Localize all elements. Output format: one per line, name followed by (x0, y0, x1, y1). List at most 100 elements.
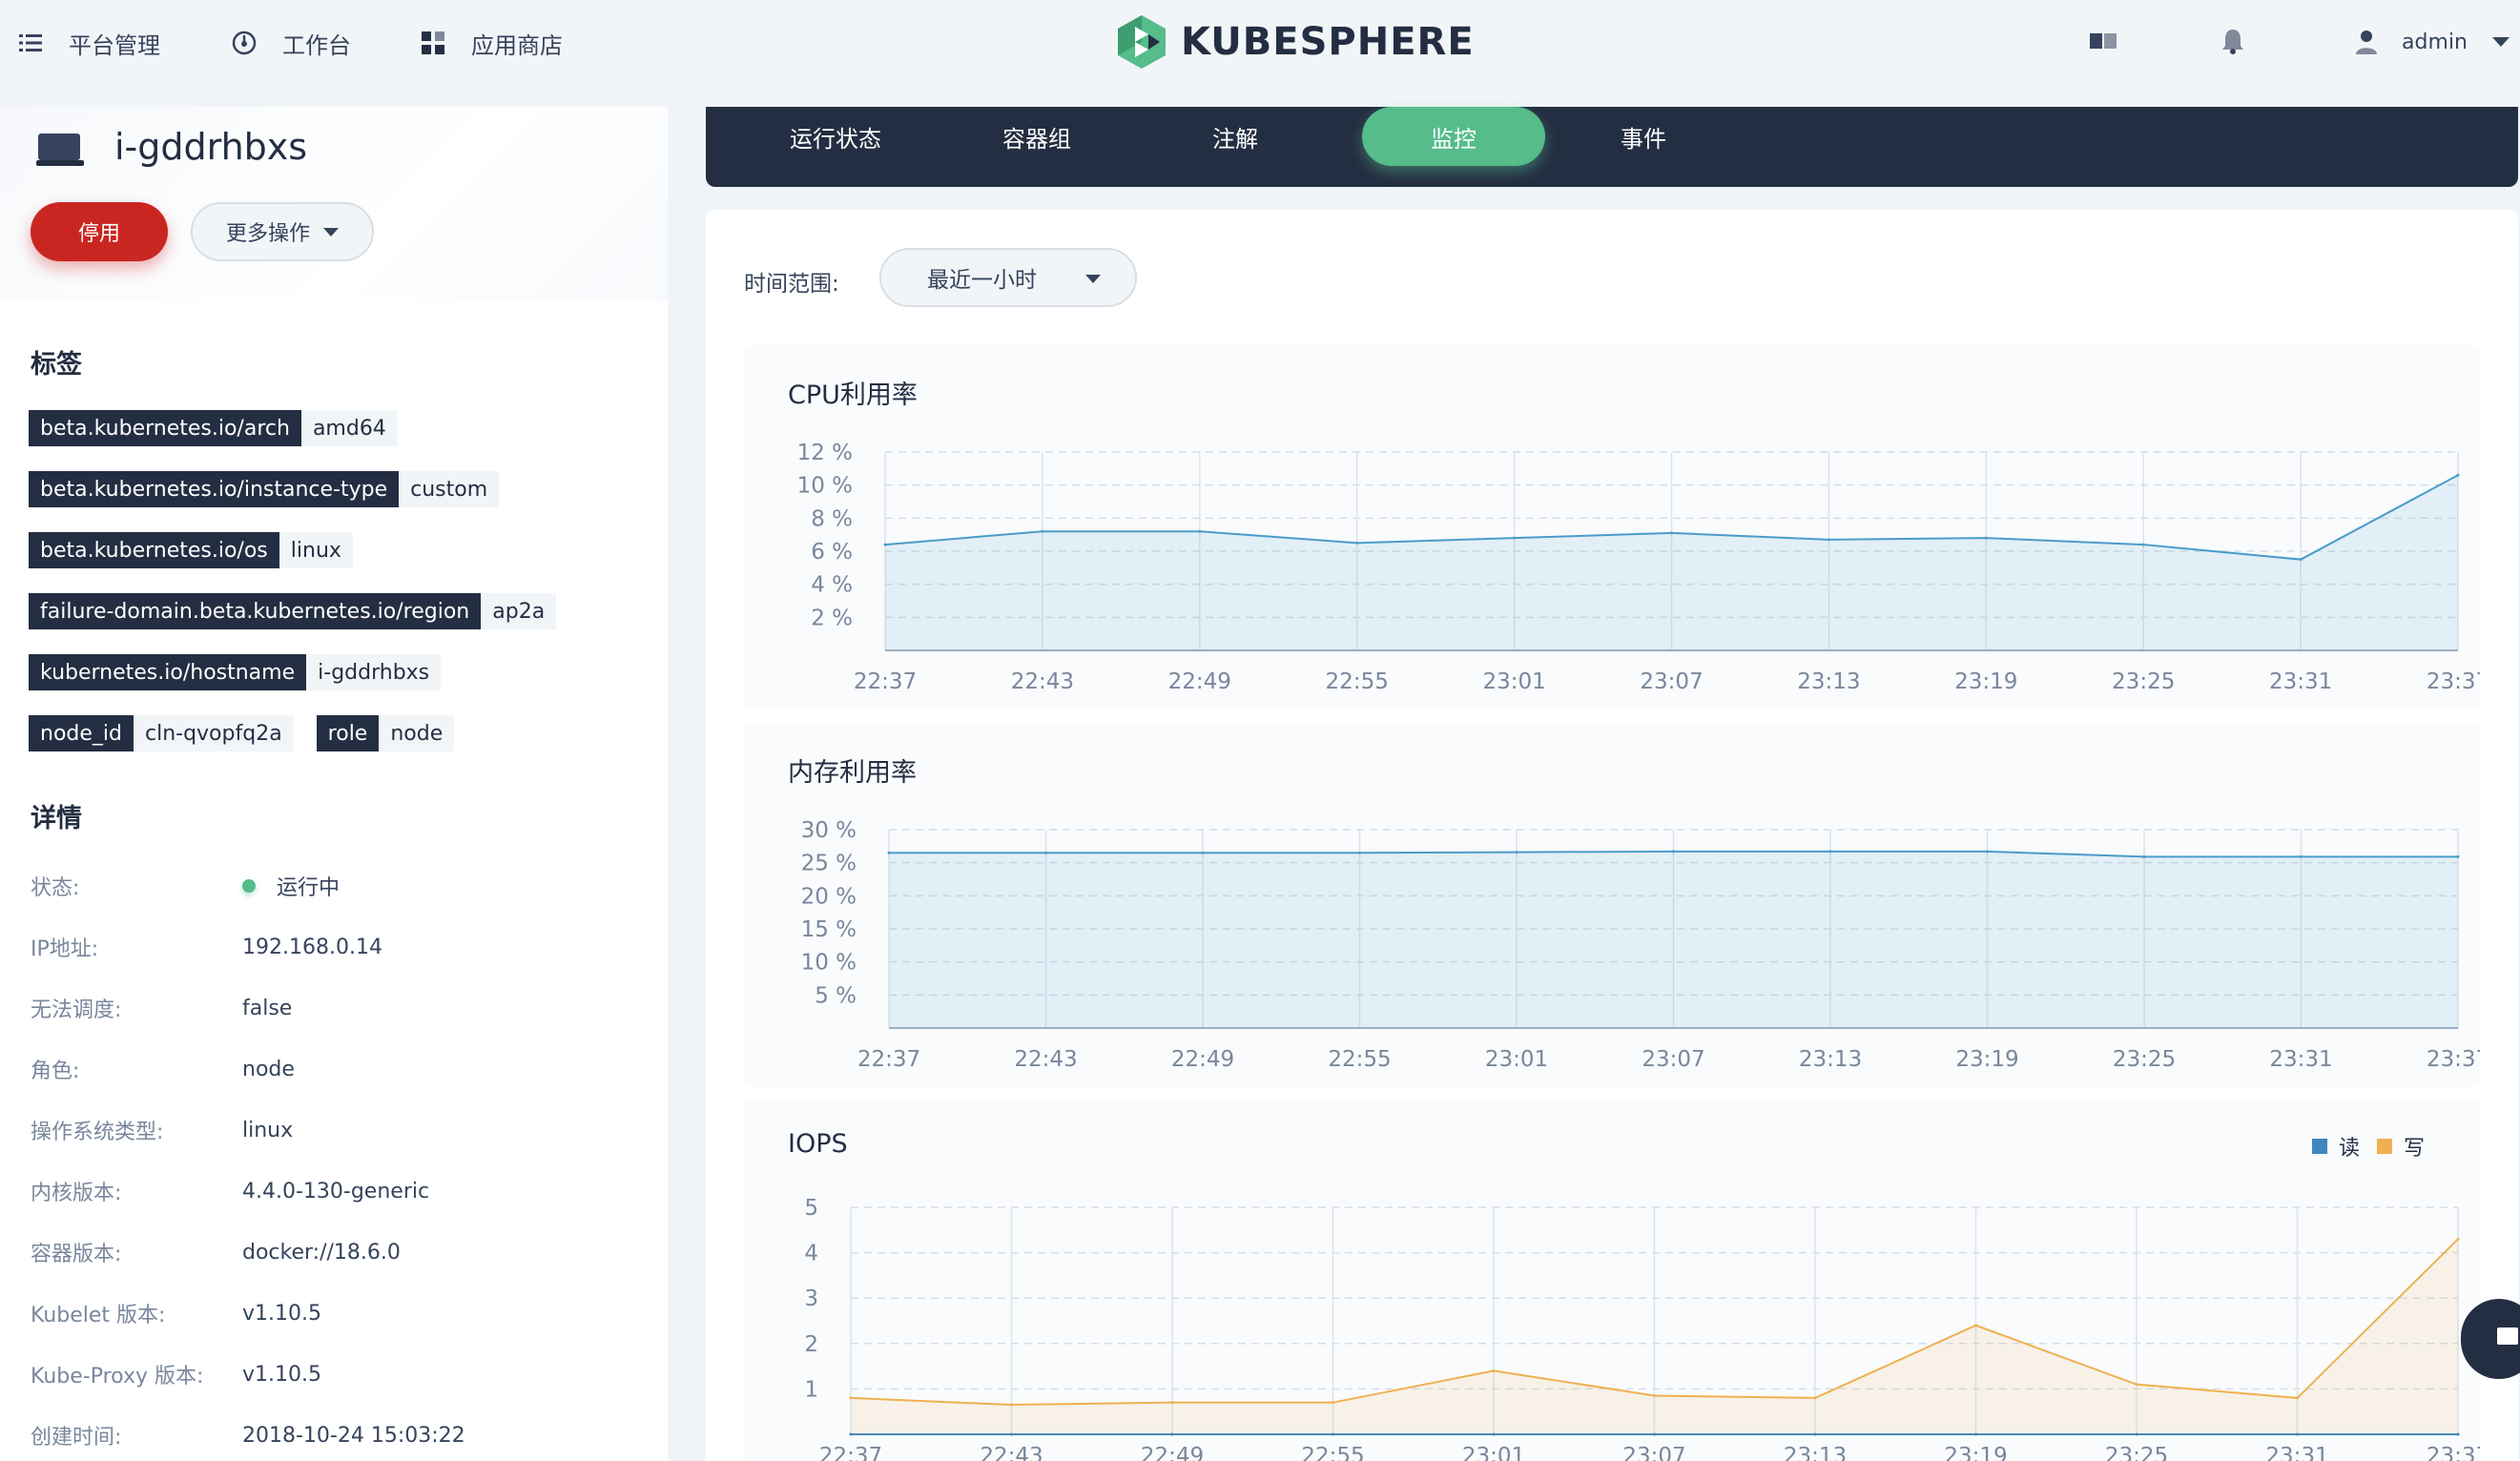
detail-key: 状态: (31, 876, 80, 900)
detail-row: Kube-Proxy 版本: v1.10.5 (31, 1360, 321, 1389)
x-tick-label: 23:01 (1482, 669, 1545, 694)
label-value: linux (279, 532, 353, 568)
time-range-value: 最近一小时 (927, 268, 1037, 293)
tab-status[interactable]: 运行状态 (759, 107, 912, 166)
series-point (2142, 854, 2146, 858)
labels-title: 标签 (31, 350, 82, 380)
x-tick-label: 23:01 (1462, 1444, 1525, 1461)
x-tick-label: 23:01 (1485, 1047, 1548, 1072)
y-tick-label: 5 % (815, 983, 857, 1008)
nav-workbench-label: 工作台 (282, 31, 351, 59)
label-tag: beta.kubernetes.io/os linux (29, 532, 353, 568)
detail-value: v1.10.5 (242, 1362, 321, 1387)
detail-value: 4.4.0-130-generic (242, 1179, 430, 1204)
y-tick-label: 12 % (797, 441, 853, 465)
label-value: cln-qvopfq2a (133, 715, 294, 751)
user-menu[interactable]: admin (2356, 25, 2510, 59)
chevron-down-icon (2491, 37, 2510, 47)
bell-icon[interactable] (2219, 27, 2247, 55)
list-icon (17, 30, 44, 56)
series-point (1827, 538, 1830, 542)
detail-key: 角色: (31, 1060, 80, 1083)
nav-app-store[interactable]: 应用商店 (420, 0, 563, 86)
x-tick-label: 23:07 (1642, 1047, 1704, 1072)
detail-row: 操作系统类型: linux (31, 1116, 293, 1145)
docs-icon[interactable] (2089, 27, 2117, 55)
series-point (1670, 531, 1673, 535)
nav-workbench[interactable]: 工作台 (231, 0, 351, 86)
series-point (2141, 543, 2145, 546)
label-value: amd64 (300, 410, 398, 446)
memory-chart: 5 % 10 % 15 % 20 % 25 % 30 % 22:37 22:43 22:49 22… (801, 818, 2480, 1072)
series-point (1984, 536, 1988, 540)
y-tick-label: 25 % (801, 852, 857, 876)
detail-value: 2018-10-24 15:03:22 (242, 1423, 465, 1448)
more-actions-label: 更多操作 (225, 222, 310, 246)
details-title: 详情 (31, 804, 82, 833)
series-point (1198, 529, 1202, 533)
series-point (1355, 541, 1359, 545)
kubesphere-logo[interactable]: KUBESPHERE (1116, 11, 1475, 72)
more-actions-button[interactable]: 更多操作 (191, 202, 374, 261)
x-tick-label: 23:37 (2427, 1444, 2480, 1461)
series-point (1201, 851, 1205, 854)
x-tick-label: 23:31 (2265, 1444, 2328, 1461)
y-tick-label: 15 % (801, 917, 857, 942)
detail-row: 创建时间: 2018-10-24 15:03:22 (31, 1421, 465, 1451)
x-tick-label: 22:43 (980, 1444, 1043, 1461)
x-tick-label: 22:49 (1171, 1047, 1234, 1072)
detail-row: IP地址: 192.168.0.14 (31, 933, 382, 962)
series-point (1492, 1368, 1496, 1372)
series-point (1513, 536, 1517, 540)
x-tick-label: 23:37 (2427, 669, 2480, 694)
y-tick-label: 10 % (801, 951, 857, 976)
tab-pods[interactable]: 容器组 (965, 107, 1108, 166)
cpu-chart: 2 % 4 % 6 % 8 % 10 % 12 % 22:37 22:43 22:49 22:55… (797, 441, 2480, 694)
label-row: beta.kubernetes.io/os linux (29, 532, 376, 568)
username: admin (2402, 30, 2468, 54)
monitoring-panel: 时间范围: 最近一小时 CPU利用率 2 % 4 % 6 % 8 % 10 % 12 % 2… (706, 210, 2518, 1461)
series-point (1041, 529, 1044, 533)
node-detail-panel: i-gddrhbxs 停用 更多操作 标签 beta.kubernetes.io… (0, 107, 668, 1461)
label-row: kubernetes.io/hostname i-gddrhbxs (29, 654, 464, 690)
tab-monitoring[interactable]: 监控 (1362, 107, 1545, 166)
label-tag: node_id cln-qvopfq2a (29, 715, 294, 751)
stop-button[interactable]: 停用 (31, 202, 168, 261)
series-point (1986, 850, 1989, 854)
tab-events[interactable]: 事件 (1581, 107, 1705, 166)
x-tick-label: 22:43 (1011, 669, 1074, 694)
series-point (2299, 558, 2303, 562)
tab-annotations[interactable]: 注解 (1173, 107, 1297, 166)
detail-row: 容器版本: docker://18.6.0 (31, 1238, 401, 1267)
nav-platform-management[interactable]: 平台管理 (17, 0, 160, 86)
x-tick-label: 22:49 (1168, 669, 1231, 694)
time-range-select[interactable]: 最近一小时 (879, 248, 1137, 307)
label-key: failure-domain.beta.kubernetes.io/region (29, 593, 482, 629)
y-tick-label: 10 % (797, 474, 853, 499)
kubesphere-logo-icon (1118, 15, 1166, 69)
nav-platform-label: 平台管理 (69, 31, 160, 59)
label-key: node_id (29, 715, 134, 751)
cpu-chart-card: CPU利用率 2 % 4 % 6 % 8 % 10 % 12 % 22:37 22:43 22:… (744, 345, 2480, 710)
detail-key: Kubelet 版本: (31, 1304, 166, 1327)
x-tick-label: 23:07 (1622, 1444, 1685, 1461)
y-tick-label: 1 (804, 1377, 818, 1402)
detail-value: node (242, 1057, 295, 1081)
series-point (2456, 473, 2460, 477)
series-point (1515, 851, 1518, 854)
series-point (1044, 851, 1047, 854)
detail-key: Kube-Proxy 版本: (31, 1365, 204, 1389)
detail-row: 无法调度: false (31, 994, 292, 1023)
detail-value: 192.168.0.14 (242, 935, 382, 959)
status-dot (242, 879, 256, 893)
detail-row: 角色: node (31, 1055, 295, 1084)
label-row: beta.kubernetes.io/arch amd64 (29, 410, 421, 446)
series-point (1332, 1401, 1334, 1405)
detail-row: 内核版本: 4.4.0-130-generic (31, 1177, 430, 1206)
series-point (1813, 1396, 1817, 1400)
x-tick-label: 22:49 (1141, 1444, 1204, 1461)
label-key: role (316, 715, 380, 751)
y-tick-label: 5 (804, 1196, 818, 1221)
detail-key: 操作系统类型: (31, 1121, 164, 1144)
node-header: i-gddrhbxs 停用 更多操作 (0, 107, 668, 300)
